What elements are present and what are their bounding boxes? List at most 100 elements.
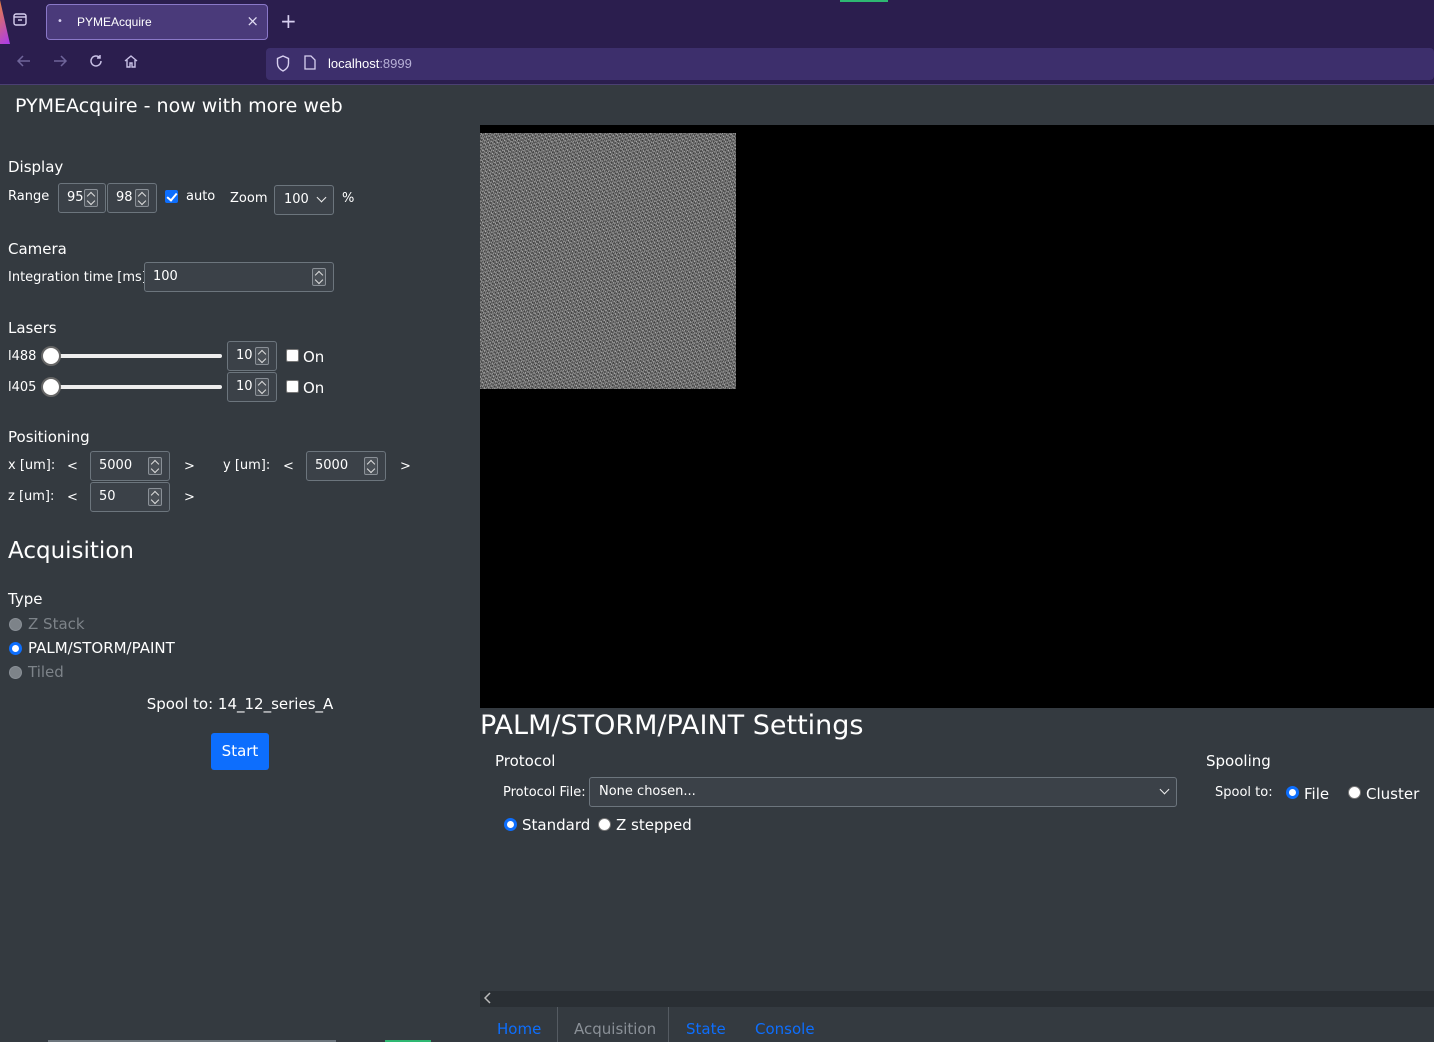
spinner-icon[interactable] [84,189,98,207]
url-bar[interactable]: localhost:8999 [266,48,1434,80]
laser-power-slider[interactable] [42,385,222,389]
tab-overview-icon[interactable] [8,10,32,34]
tab-favicon-icon: • [57,16,63,27]
laser-power-slider[interactable] [42,354,222,358]
laser-slider-handle[interactable] [41,377,61,397]
laser-on-checkbox[interactable] [286,380,299,393]
chevron-down-icon [316,192,327,203]
laser-power-input[interactable]: 10 [227,372,277,402]
mode-radio-zstepped[interactable] [598,818,611,831]
positioning-heading: Positioning [8,428,90,446]
type-radio-tiled[interactable] [9,666,22,679]
tab-divider [557,1007,558,1042]
type-label-tiled: Tiled [28,663,64,681]
laser-on-checkbox[interactable] [286,349,299,362]
shield-icon[interactable] [276,55,290,72]
integration-time-label: Integration time [ms]: [8,270,152,285]
app-title: PYMEAcquire - now with more web [15,95,343,117]
z-position-input[interactable]: 50 [90,482,170,512]
protocol-file-label: Protocol File: [503,785,586,800]
integration-time-input[interactable]: 100 [144,262,334,292]
laser-power-input[interactable]: 10 [227,341,277,371]
y-increment-button[interactable]: > [400,459,411,474]
y-position-value: 5000 [315,458,349,473]
spinner-icon[interactable] [255,378,269,396]
z-decrement-button[interactable]: < [67,490,78,505]
type-label-zstack: Z Stack [28,615,85,633]
url-text: localhost:8999 [328,56,412,71]
back-icon[interactable] [12,52,36,76]
horizontal-scrollbar[interactable] [480,991,1434,1007]
spinner-icon[interactable] [364,457,378,475]
spinner-icon[interactable] [255,347,269,365]
scroll-left-icon[interactable] [483,992,492,1007]
laser-slider-handle[interactable] [41,346,61,366]
x-position-value: 5000 [99,458,133,473]
type-label-palm: PALM/STORM/PAINT [28,639,175,657]
lasers-heading: Lasers [8,319,57,337]
reload-icon[interactable] [84,52,108,76]
spinner-icon[interactable] [148,457,162,475]
spinner-icon[interactable] [135,189,149,207]
browser-tab[interactable]: • PYMEAcquire × [46,4,268,40]
tab-console[interactable]: Console [755,1020,815,1038]
chevron-down-icon [1159,784,1170,795]
tab-title: PYMEAcquire [77,15,152,29]
tab-home[interactable]: Home [497,1020,541,1038]
forward-icon[interactable] [48,52,72,76]
acquisition-heading: Acquisition [8,538,134,564]
tab-acquisition[interactable]: Acquisition [574,1020,656,1038]
spool-radio-cluster[interactable] [1348,786,1361,799]
spinner-icon[interactable] [312,268,326,286]
url-host: localhost [328,56,380,71]
zoom-value: 100 [284,192,309,207]
type-radio-zstack[interactable] [9,618,22,631]
z-increment-button[interactable]: > [184,490,195,505]
x-position-input[interactable]: 5000 [90,451,170,481]
display-heading: Display [8,158,64,176]
y-decrement-button[interactable]: < [283,459,294,474]
browser-nav-bar: localhost:8999 [0,44,1434,84]
home-icon[interactable] [119,52,143,76]
laser-on-label: On [303,379,325,397]
range-max-value: 98 [116,190,133,205]
spool-radio-file[interactable] [1286,786,1299,799]
page-info-icon[interactable] [304,55,316,70]
type-heading: Type [8,590,43,608]
y-position-input[interactable]: 5000 [306,451,386,481]
protocol-file-select[interactable]: None chosen... [589,777,1177,807]
laser-power-value: 10 [236,379,253,394]
camera-view[interactable] [480,125,1434,708]
tab-divider [668,1007,669,1042]
range-min-input[interactable]: 95 [58,183,106,213]
browser-tab-bar: • PYMEAcquire × + [0,0,1434,44]
tab-state[interactable]: State [686,1020,726,1038]
start-button[interactable]: Start [211,733,269,770]
spool-to-label: Spool to: [1215,785,1273,800]
spinner-icon[interactable] [148,488,162,506]
app-header: PYMEAcquire - now with more web [0,84,1434,125]
new-tab-button[interactable]: + [280,10,297,32]
auto-label: auto [186,189,216,204]
type-radio-palm[interactable] [9,642,22,655]
spool-label-cluster: Cluster [1366,785,1420,803]
range-max-input[interactable]: 98 [107,183,157,213]
auto-checkbox[interactable] [165,190,178,203]
range-label: Range [8,189,50,204]
control-sidebar: Display Range 95 98 auto Zoom 100 % Came… [0,125,480,1042]
integration-time-value: 100 [153,269,178,284]
protocol-heading: Protocol [495,752,556,770]
x-label: x [um]: [8,458,56,473]
spool-label-file: File [1304,785,1330,803]
range-min-value: 95 [67,190,84,205]
zoom-select[interactable]: 100 [274,185,334,215]
bottom-nav-tabs: Home Acquisition State Console [480,1007,1434,1042]
zoom-label: Zoom [230,191,268,206]
x-increment-button[interactable]: > [184,459,195,474]
laser-name: l488 [8,349,37,364]
mode-radio-standard[interactable] [504,818,517,831]
protocol-file-value: None chosen... [599,784,696,799]
url-port: :8999 [379,56,412,71]
tab-close-icon[interactable]: × [246,12,259,30]
x-decrement-button[interactable]: < [67,459,78,474]
